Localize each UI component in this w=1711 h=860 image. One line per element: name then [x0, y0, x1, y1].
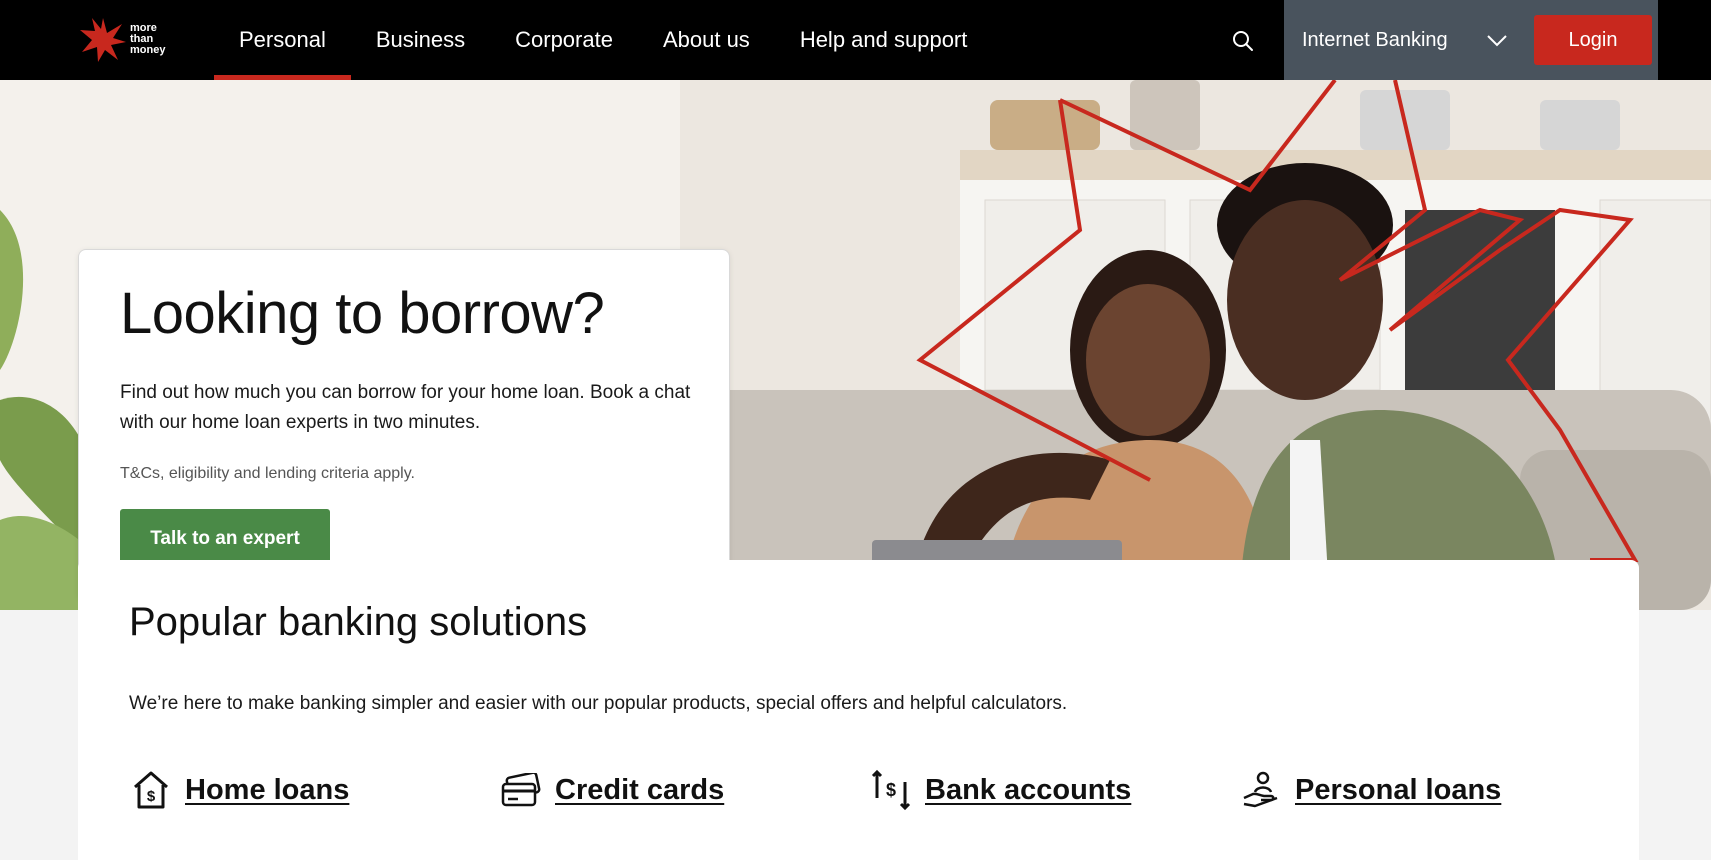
logo-wordmark: more than money — [130, 22, 166, 56]
svg-text:$: $ — [147, 788, 156, 805]
svg-text:$: $ — [886, 780, 896, 800]
hero-title: Looking to borrow? — [120, 281, 605, 346]
person-hand-icon — [1239, 768, 1283, 812]
internet-banking-panel: Internet Banking Login — [1284, 0, 1658, 80]
top-navigation: more than money Personal Business Corpor… — [0, 0, 1711, 80]
hero-banner: Looking to borrow? Find out how much you… — [0, 80, 1711, 610]
product-link-bank-accounts[interactable]: $ Bank accounts — [869, 760, 1131, 820]
product-label: Credit cards — [555, 773, 725, 806]
nav-item-personal[interactable]: Personal — [214, 0, 351, 80]
search-icon — [1233, 31, 1253, 51]
nav-item-corporate[interactable]: Corporate — [490, 0, 638, 80]
product-links: $ Home loans Credit cards $ Bank account… — [129, 760, 1589, 820]
hero-description: Find out how much you can borrow for you… — [120, 382, 691, 433]
product-label: Bank accounts — [925, 773, 1132, 806]
product-label: Home loans — [185, 773, 350, 806]
nav-item-business[interactable]: Business — [351, 0, 490, 80]
product-link-personal-loans[interactable]: Personal loans — [1239, 760, 1501, 820]
nav-item-about-us[interactable]: About us — [638, 0, 775, 80]
product-label: Personal loans — [1295, 773, 1502, 806]
brand-logo[interactable]: more than money — [80, 18, 170, 62]
popular-solutions-panel: Popular banking solutions We’re here to … — [78, 560, 1639, 860]
chevron-down-icon[interactable] — [1486, 32, 1508, 48]
primary-nav: Personal Business Corporate About us Hel… — [214, 0, 992, 80]
star-logo-icon — [80, 18, 126, 62]
section-title: Popular banking solutions — [129, 600, 588, 644]
section-description: We’re here to make banking simpler and e… — [129, 693, 1068, 714]
nav-item-help-and-support[interactable]: Help and support — [775, 0, 993, 80]
house-dollar-icon: $ — [129, 768, 173, 812]
login-button[interactable]: Login — [1534, 15, 1652, 65]
hero-card: Looking to borrow? Find out how much you… — [78, 249, 730, 601]
hero-disclaimer: T&Cs, eligibility and lending criteria a… — [120, 465, 415, 482]
product-link-credit-cards[interactable]: Credit cards — [499, 760, 724, 820]
product-link-home-loans[interactable]: $ Home loans — [129, 760, 349, 820]
transfer-dollar-icon: $ — [869, 768, 913, 812]
search-button[interactable] — [1228, 26, 1258, 56]
credit-card-icon — [499, 768, 543, 812]
